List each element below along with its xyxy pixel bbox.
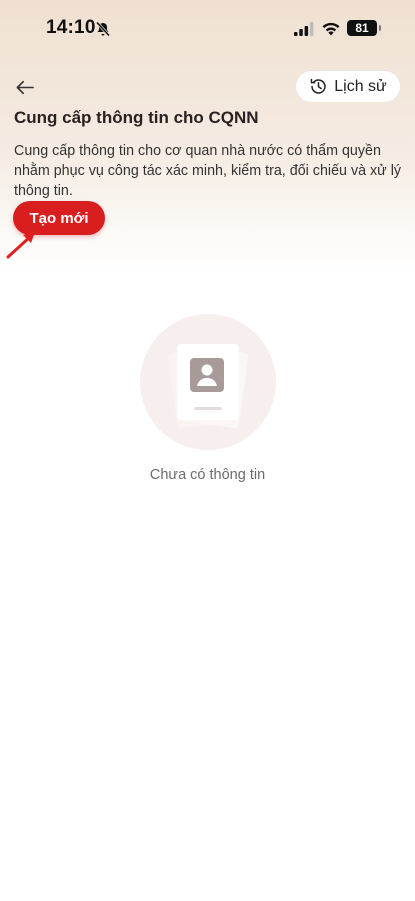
arrow-left-icon (16, 80, 34, 94)
history-button[interactable]: Lịch sử (295, 70, 401, 103)
history-label: Lịch sử (334, 77, 387, 95)
annotation-arrow-icon (6, 232, 35, 259)
profile-card-icon (167, 344, 249, 429)
page-title: Cung cấp thông tin cho CQNN (14, 108, 259, 127)
status-bar: 14:10 81 (0, 0, 415, 58)
signal-icon (294, 22, 314, 36)
empty-state-text: Chưa có thông tin (149, 467, 266, 483)
wifi-icon (321, 20, 341, 36)
back-button[interactable] (12, 75, 38, 99)
history-clock-icon (310, 78, 326, 94)
battery-icon: 81 (347, 20, 381, 36)
bell-off-icon (95, 21, 111, 37)
status-time: 14:10 (46, 17, 96, 38)
page-description: Cung cấp thông tin cho cơ quan nhà nước … (14, 143, 402, 199)
